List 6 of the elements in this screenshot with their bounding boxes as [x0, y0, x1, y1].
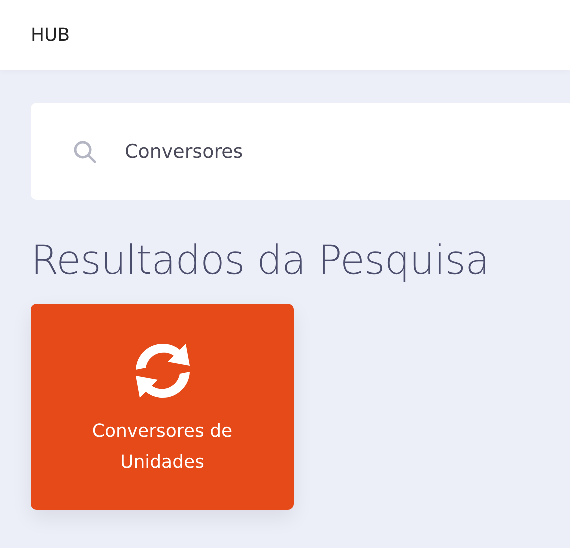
search-icon: [73, 140, 97, 164]
search-field[interactable]: Conversores: [125, 140, 505, 162]
result-tile[interactable]: Conversores de Unidades: [31, 304, 294, 510]
results-heading: Resultados da Pesquisa: [31, 238, 490, 284]
app-title: HUB: [31, 24, 70, 46]
tile-label: Conversores de Unidades: [91, 420, 234, 475]
